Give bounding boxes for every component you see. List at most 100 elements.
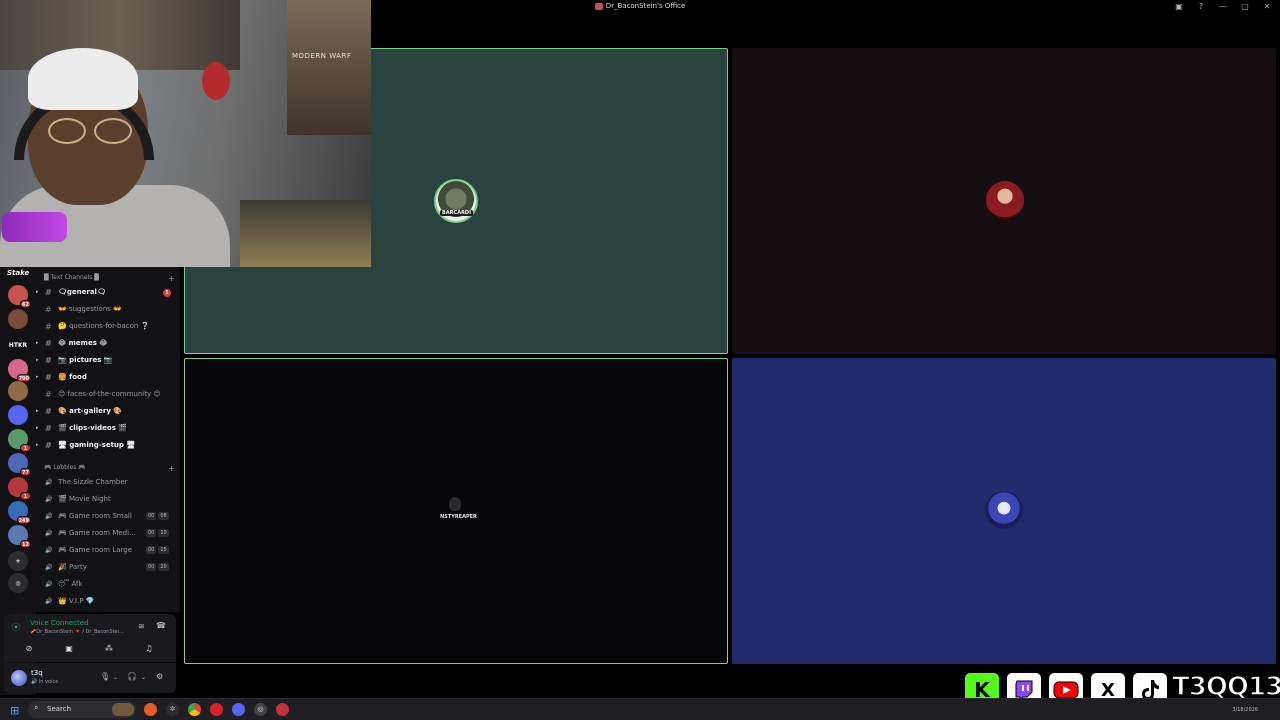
add-voice-channel-icon[interactable]: + [168, 464, 175, 473]
close-button[interactable]: ✕ [1262, 2, 1272, 11]
mention-badge: 1 [20, 444, 31, 452]
discord-icon[interactable] [232, 703, 245, 716]
settings-gear-icon[interactable]: ⚙ [156, 672, 163, 681]
add-channel-icon[interactable]: + [168, 274, 175, 283]
category-text-channels[interactable]: █ Text Channels █ + [44, 274, 175, 283]
expand-arrow-icon: ▸ [36, 442, 39, 448]
stake-logo: Stake [7, 269, 30, 277]
user-count: 00 [146, 563, 157, 571]
voice-channel[interactable]: 🔊 The Sizzle Chamber [36, 475, 180, 490]
text-channel-label: 🗨general🗨 [58, 288, 106, 296]
text-channel-label: 😊 faces-of-the-community 😊 [58, 390, 161, 398]
noise-suppression-icon[interactable]: ≋ [138, 622, 145, 631]
server-5-icon[interactable] [8, 381, 28, 401]
app-icon[interactable]: ✲ [166, 703, 179, 716]
voice-channel-label: 👑 V.I.P 💎 [58, 597, 95, 605]
text-channel[interactable]: # 😊 faces-of-the-community 😊 [36, 387, 180, 402]
obs-icon[interactable]: ◎ [254, 703, 267, 716]
voice-channel[interactable]: 🔊 😴 Afk [36, 577, 180, 592]
text-channel[interactable]: ▸ # 🎬 clips-videos 🎬 [36, 421, 180, 436]
minimize-button[interactable]: — [1218, 2, 1228, 11]
windows-start-icon[interactable]: ⊞ [10, 704, 19, 717]
voice-channel[interactable]: 🔊 🎮 Game room Medi... 00 10 [36, 526, 180, 541]
user-count: 00 [146, 546, 157, 554]
server-2-icon[interactable] [8, 309, 28, 329]
category-lobbies[interactable]: 🎮 Lobbies 🎮 + [44, 464, 175, 473]
voice-channel-label: 😴 Afk [58, 580, 83, 588]
search-icon: ⌕ [34, 703, 39, 712]
server-icon [594, 2, 603, 10]
camera-off-button[interactable]: ⊘ [10, 642, 48, 656]
hash-icon: # [45, 305, 52, 314]
user-count: 08 [158, 512, 169, 520]
text-channel-label: 🎨 art-gallery 🎨 [58, 407, 123, 415]
text-channel[interactable]: ▸ # 🖥 gaming-setup 🖥 [36, 438, 180, 453]
window-title-text: Dr_BaconStein's Office [605, 2, 686, 10]
server-4-icon[interactable]: 790 [8, 359, 31, 382]
audio-options-chevron-icon[interactable]: ⌄ [141, 674, 146, 681]
server-7-icon[interactable]: 1 [8, 429, 31, 452]
voice-status[interactable]: Voice Connected [30, 619, 89, 627]
expand-arrow-icon: ▸ [36, 289, 39, 295]
text-channel[interactable]: ▸ # 🗨general🗨 1 [36, 285, 180, 300]
help-icon[interactable]: ? [1196, 2, 1206, 11]
voice-channel[interactable]: 🔊 🎮 Game room Small 00 08 [36, 509, 180, 524]
voice-channel[interactable]: 🔊 🎬 Movie Night [36, 492, 180, 507]
hash-icon: # [45, 407, 52, 416]
firefox-icon[interactable] [144, 703, 157, 716]
search-placeholder: Search [47, 705, 72, 713]
voice-channel[interactable]: 🔊 👑 V.I.P 💎 [36, 594, 180, 609]
unread-badge: 1 [163, 289, 171, 297]
signal-icon[interactable]: ⦿ [12, 622, 20, 633]
category-text-channels-label: █ Text Channels █ [44, 274, 99, 281]
chrome-icon[interactable] [188, 703, 201, 716]
text-channel-label: 🤔 questions-for-bacon ❔ [58, 322, 150, 330]
voice-channel[interactable]: 🔊 🎮 Game room Large 00 15 [36, 543, 180, 558]
text-channel[interactable]: ▸ # 📷 pictures 📷 [36, 353, 180, 368]
text-channel[interactable]: # 🤔 questions-for-bacon ❔ [36, 319, 180, 334]
server-1-icon[interactable]: 62 [8, 285, 31, 308]
server-9-icon[interactable]: 1 [8, 477, 31, 500]
participant-avatar-1-label: BARCARDI [440, 210, 473, 216]
speaker-icon: 🔊 [45, 564, 53, 571]
window-controls: ▣ ? — ▢ ✕ [1174, 2, 1272, 11]
taskbar-search[interactable]: ⌕ Search [28, 701, 136, 718]
voice-location[interactable]: 🥓Dr_BaconStein 🔻 / Dr_BaconStei... [30, 629, 124, 635]
user-avatar[interactable] [11, 670, 27, 686]
webcam-blanket [240, 200, 371, 267]
screen-share-button[interactable]: ▣ [50, 642, 88, 656]
search-highlight-thumb [112, 703, 134, 716]
add-server-icon[interactable]: + [8, 551, 28, 571]
text-channel-label: 👐 suggestions 👐 [58, 305, 122, 313]
voice-channel-label: 🎉 Party [58, 563, 87, 571]
disconnect-icon[interactable]: ☎ [156, 621, 166, 630]
server-6-icon[interactable] [8, 405, 28, 425]
text-channel[interactable]: # 👐 suggestions 👐 [36, 302, 180, 317]
maximize-button[interactable]: ▢ [1240, 2, 1250, 11]
text-channel[interactable]: ▸ # 🍔 food [36, 370, 180, 385]
headphones-icon[interactable]: 🎧 [127, 672, 137, 681]
username[interactable]: t3q [31, 669, 43, 677]
speaker-icon: 🔊 [45, 530, 53, 537]
text-channel[interactable]: ▸ # 😂 memes 😂 [36, 336, 180, 351]
server-8-icon[interactable]: 77 [8, 453, 31, 476]
user-count: 20 [158, 563, 169, 571]
text-channel-label: 🍔 food [58, 373, 87, 381]
discover-icon[interactable]: ◎ [8, 573, 28, 593]
hash-icon: # [45, 424, 52, 433]
soundboard-button[interactable]: ♫ [130, 642, 168, 656]
activities-button[interactable]: ⁂ [90, 642, 128, 656]
opera-icon[interactable] [210, 703, 223, 716]
text-channel[interactable]: ▸ # 🎨 art-gallery 🎨 [36, 404, 180, 419]
microphone-icon[interactable]: 🎙 [100, 672, 110, 681]
text-channel-label: 📷 pictures 📷 [58, 356, 113, 364]
mic-options-chevron-icon[interactable]: ⌄ [113, 674, 118, 681]
server-htkr-icon[interactable]: HTKR [8, 335, 28, 355]
streamlabs-icon[interactable] [276, 703, 289, 716]
voice-channel[interactable]: 🔊 🎉 Party 00 20 [36, 560, 180, 575]
participant-tile-3[interactable] [184, 358, 728, 664]
inbox-icon[interactable]: ▣ [1174, 2, 1184, 11]
server-10-icon[interactable]: 249 [8, 501, 31, 524]
server-11-icon[interactable]: 12 [8, 525, 31, 548]
taskbar: ⊞ ⌕ Search ✲ ◎ 3/18/2026 [0, 698, 1280, 720]
